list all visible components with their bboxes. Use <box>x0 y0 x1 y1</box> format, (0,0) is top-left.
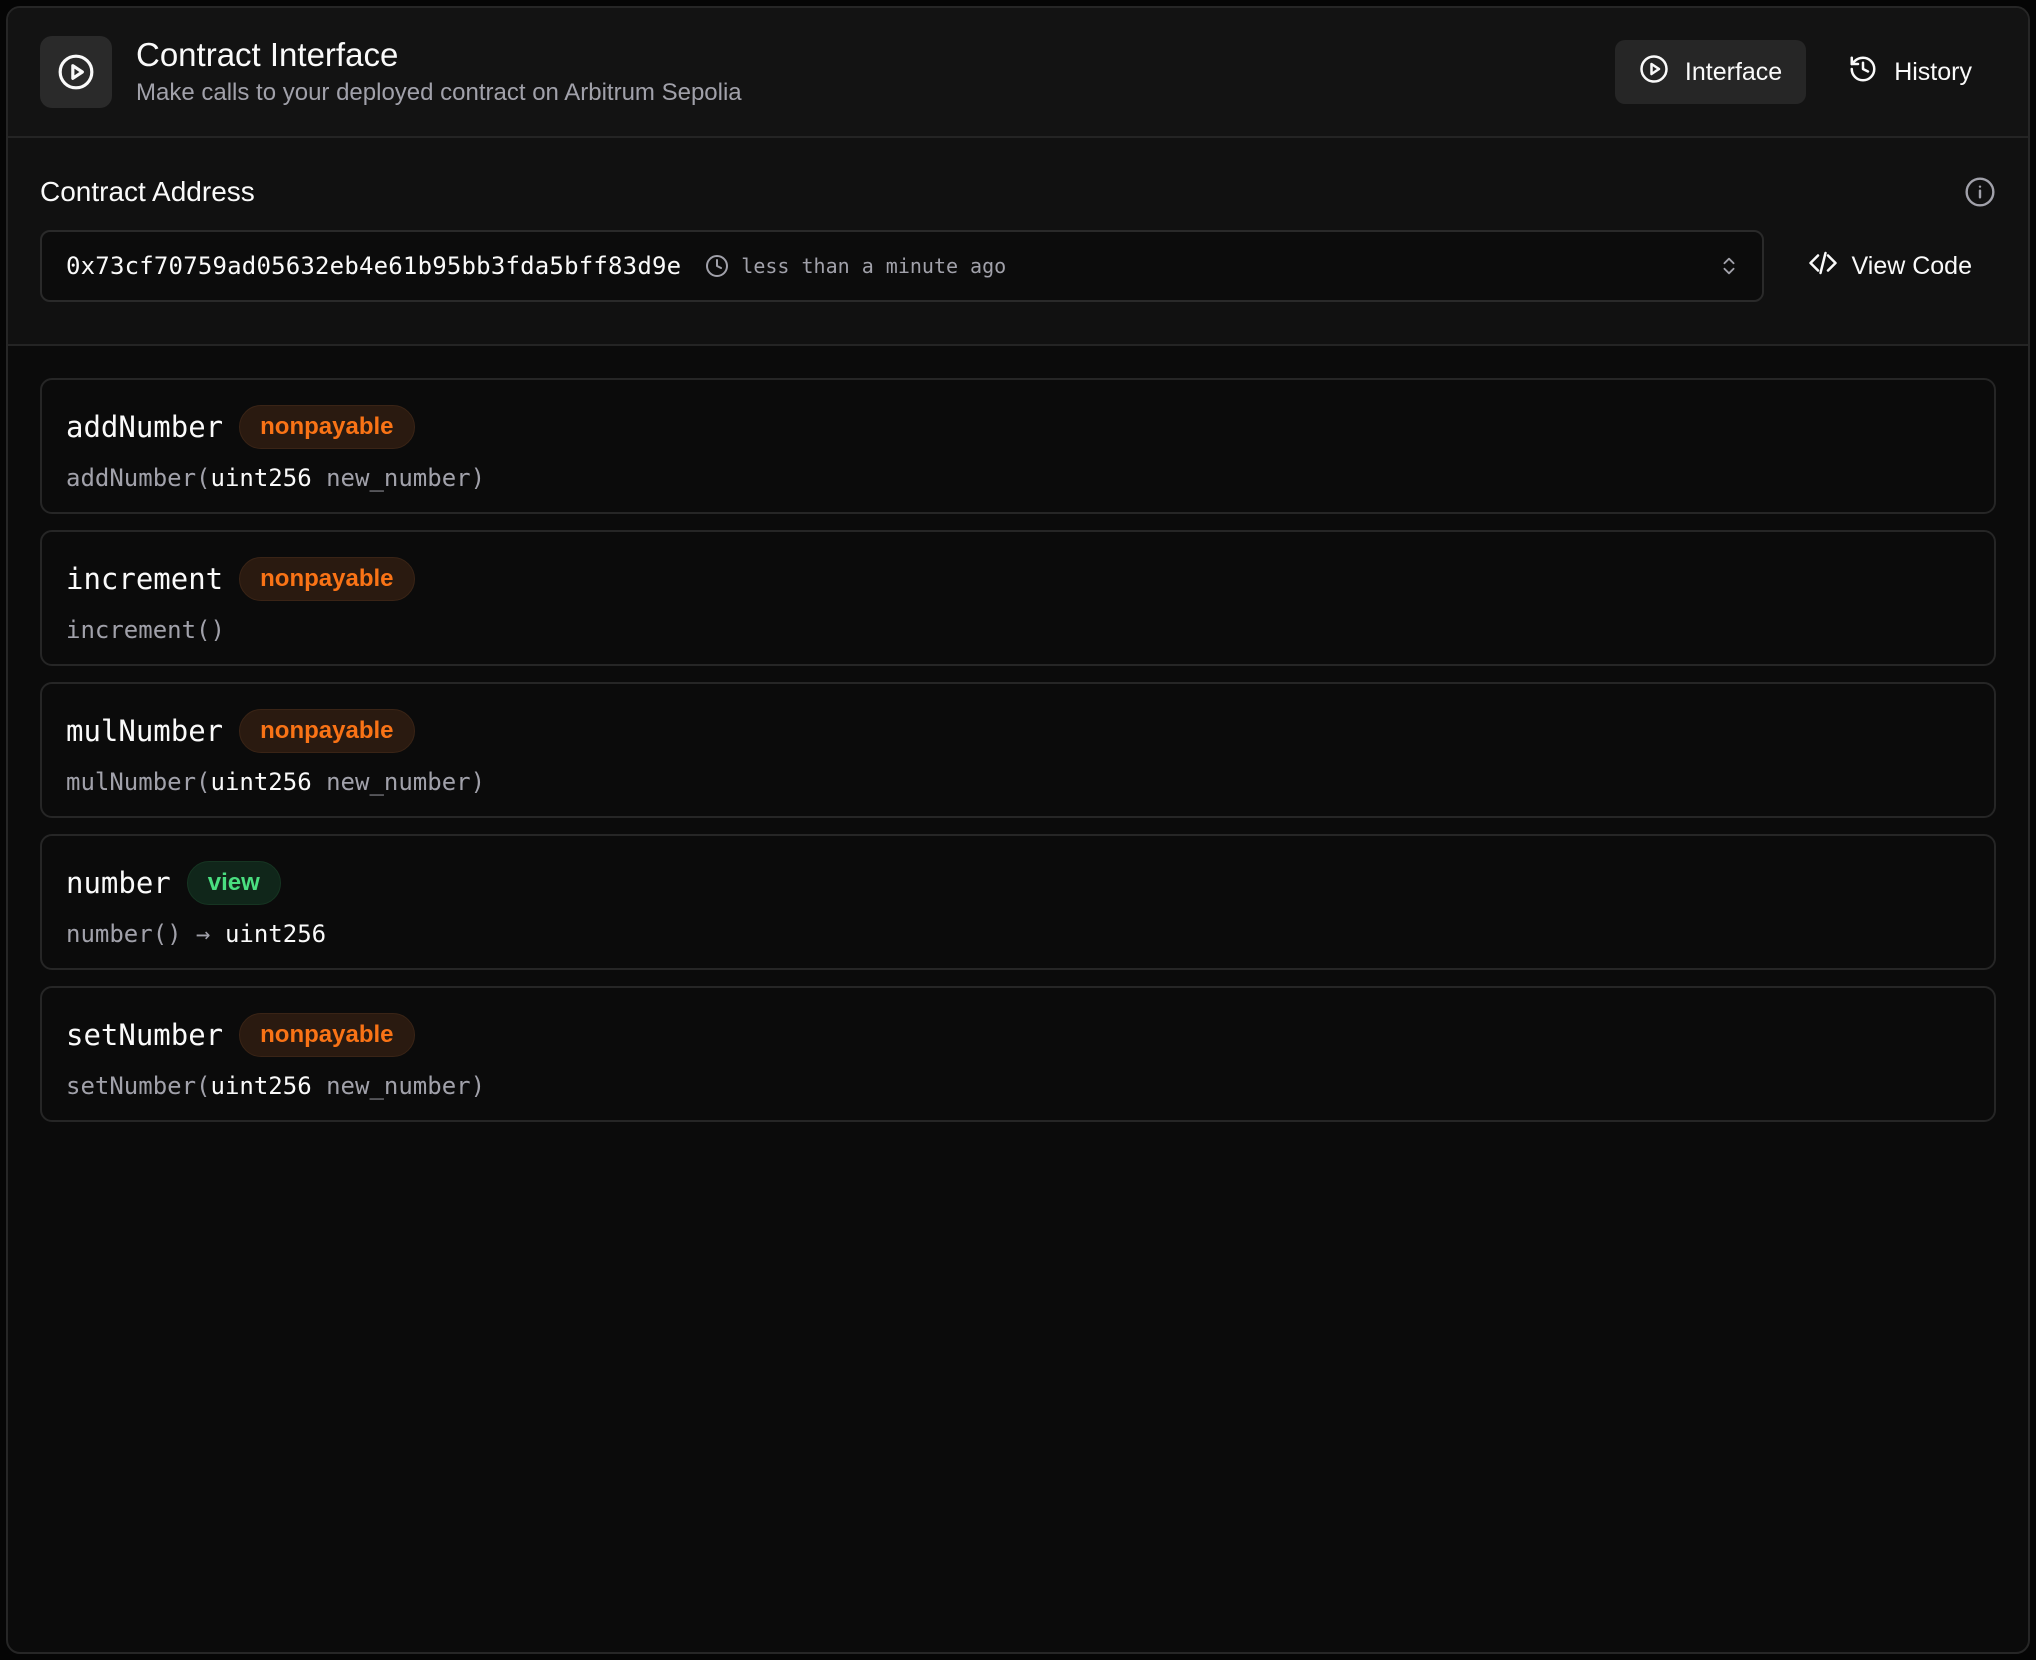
header: Contract Interface Make calls to your de… <box>8 8 2028 138</box>
play-circle-icon <box>40 36 112 108</box>
function-header: increment nonpayable <box>66 556 1970 602</box>
mutability-badge: nonpayable <box>239 557 415 601</box>
function-card-addNumber[interactable]: addNumber nonpayable addNumber(uint256 n… <box>40 378 1996 514</box>
signature-prefix: mulNumber( <box>66 768 211 796</box>
function-name: increment <box>66 562 224 596</box>
tab-interface[interactable]: Interface <box>1614 40 1807 104</box>
contract-address-select[interactable]: 0x73cf70759ad05632eb4e61b95bb3fda5bff83d… <box>40 230 1764 302</box>
signature-type: uint256 <box>210 768 312 796</box>
function-signature: setNumber(uint256 new_number) <box>66 1070 1970 1102</box>
signature-type: uint256 <box>224 920 327 948</box>
tab-history[interactable]: History <box>1824 40 1996 104</box>
signature-type: uint256 <box>210 1072 312 1100</box>
function-signature: number() → uint256 <box>66 918 1970 950</box>
tab-label: Interface <box>1684 57 1783 86</box>
mutability-badge: view <box>186 861 281 905</box>
signature-prefix: setNumber( <box>66 1072 211 1100</box>
signature-type: uint256 <box>210 464 312 492</box>
info-icon[interactable] <box>1964 176 1996 213</box>
function-name: addNumber <box>66 410 224 444</box>
function-card-number[interactable]: number view number() → uint256 <box>40 834 1996 970</box>
function-name: mulNumber <box>66 714 224 748</box>
signature-rest: new_number) <box>311 1072 486 1100</box>
chevrons-up-down-icon <box>1718 255 1740 277</box>
signature-prefix: increment() <box>66 616 225 644</box>
signature-prefix: number() → <box>66 920 225 948</box>
signature-rest: new_number) <box>311 464 486 492</box>
function-signature: increment() <box>66 614 1970 646</box>
mutability-badge: nonpayable <box>239 405 415 449</box>
signature-rest: new_number) <box>311 768 486 796</box>
function-list: addNumber nonpayable addNumber(uint256 n… <box>8 346 2028 1122</box>
function-header: setNumber nonpayable <box>66 1012 1970 1058</box>
contract-address-section: Contract Address 0x73cf70759ad05632eb4e6… <box>8 138 2028 346</box>
function-name: number <box>66 866 171 900</box>
header-titles: Contract Interface Make calls to your de… <box>136 35 742 109</box>
play-circle-icon <box>1639 54 1669 91</box>
function-name: setNumber <box>66 1018 224 1052</box>
function-card-increment[interactable]: increment nonpayable increment() <box>40 530 1996 666</box>
function-card-mulNumber[interactable]: mulNumber nonpayable mulNumber(uint256 n… <box>40 682 1996 818</box>
page-subtitle: Make calls to your deployed contract on … <box>136 79 742 106</box>
address-timestamp: less than a minute ago <box>741 254 1007 278</box>
function-header: addNumber nonpayable <box>66 404 1970 450</box>
tab-label: History <box>1894 57 1972 86</box>
contract-address-label: Contract Address <box>40 176 255 207</box>
page-title: Contract Interface <box>136 36 399 73</box>
function-card-setNumber[interactable]: setNumber nonpayable setNumber(uint256 n… <box>40 986 1996 1122</box>
app-window: Contract Interface Make calls to your de… <box>6 6 2030 1654</box>
function-signature: mulNumber(uint256 new_number) <box>66 766 1970 798</box>
signature-prefix: addNumber( <box>66 464 211 492</box>
address-row: 0x73cf70759ad05632eb4e61b95bb3fda5bff83d… <box>40 230 1996 302</box>
clock-icon <box>705 254 729 278</box>
mutability-badge: nonpayable <box>239 709 415 753</box>
view-code-button[interactable]: View Code <box>1798 234 1982 298</box>
contract-address-value: 0x73cf70759ad05632eb4e61b95bb3fda5bff83d… <box>66 252 682 280</box>
function-header: mulNumber nonpayable <box>66 708 1970 754</box>
function-signature: addNumber(uint256 new_number) <box>66 462 1970 494</box>
function-header: number view <box>66 860 1970 906</box>
mutability-badge: nonpayable <box>239 1013 415 1057</box>
code-icon <box>1808 248 1838 285</box>
history-icon <box>1848 54 1878 91</box>
tab-bar: Interface History <box>1614 40 1996 104</box>
view-code-label: View Code <box>1851 251 1972 280</box>
